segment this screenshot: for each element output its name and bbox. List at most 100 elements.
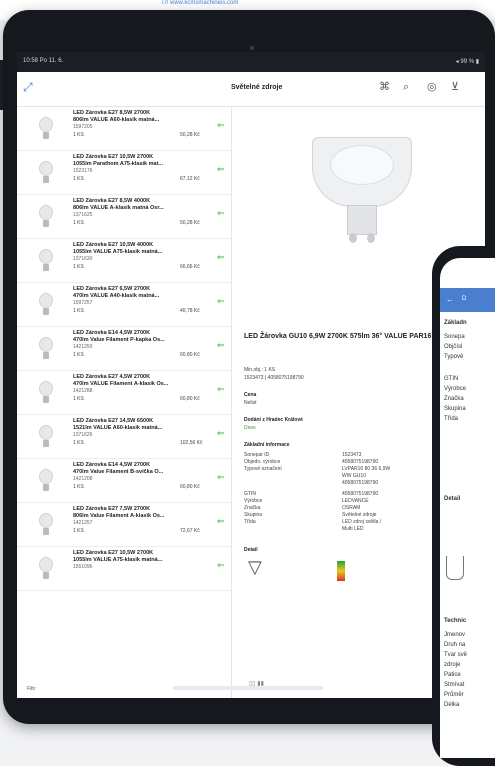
list-item[interactable]: LED Žárovka E27 7,5W 2700K 806lm Value F…	[17, 503, 231, 547]
product-code: 1371626	[73, 432, 93, 438]
phone-text: Typové	[444, 354, 464, 360]
delivery-label: Dodání z Hradec Králové	[244, 417, 303, 423]
product-name: LED Žárovka E27 10,5W 4000K	[73, 242, 154, 248]
add-to-cart-icon[interactable]: ⇐	[217, 296, 225, 307]
spec-value: Světelné zdroje	[342, 512, 377, 518]
delivery-value: Dnes	[244, 425, 256, 431]
product-code: 1597257	[73, 300, 93, 306]
product-code: 1523176	[73, 168, 93, 174]
add-to-cart-icon[interactable]: ⇐	[217, 340, 225, 351]
product-price: 50,28 Kč	[180, 220, 200, 226]
list-item[interactable]: LED Žárovka E27 10,5W 2700K 1055lm Parat…	[17, 151, 231, 195]
back-arrow-icon[interactable]: ←	[446, 295, 454, 304]
product-stock: 1 KS	[73, 440, 84, 446]
add-to-cart-icon[interactable]: ⇐	[217, 120, 225, 131]
phone-text: Stmívat	[444, 682, 465, 688]
list-item[interactable]: LED Žárovka E27 10,5W 4000K 1055lm VALUE…	[17, 239, 231, 283]
product-name-2: 470lm Value Filament B-svíčka O...	[73, 469, 164, 475]
product-code: 1371630	[73, 256, 93, 262]
url-caption: i:// www.kcmsmachineis.com	[162, 0, 239, 6]
spec-value: OSRAM	[342, 505, 361, 511]
product-code: 1421208	[73, 476, 93, 482]
list-item[interactable]: LED Žárovka E14 4,5W 2700K 470lm Value F…	[17, 459, 231, 503]
expand-icon[interactable]: ⤢	[23, 80, 37, 94]
phone-header: ← D	[440, 288, 495, 312]
lamp-dimension-icon	[446, 556, 464, 580]
product-name-2: 470lm VALUE A40-klasik matná...	[73, 293, 160, 299]
globe-icon[interactable]: ◎	[427, 80, 437, 94]
add-to-cart-icon[interactable]: ⇐	[217, 560, 225, 571]
add-to-cart-icon[interactable]: ⇐	[217, 384, 225, 395]
product-stock: 1 KS	[73, 264, 84, 270]
bulb-thumbnail	[39, 249, 53, 273]
home-indicator	[173, 686, 323, 690]
add-to-cart-icon[interactable]: ⇐	[217, 208, 225, 219]
spec-value: LED zdroj světla /	[342, 519, 382, 525]
product-price: 50,28 Kč	[180, 132, 200, 138]
spec-value: Multi LED	[342, 526, 364, 532]
product-name: LED Žárovka E14 4,5W 2700K	[73, 462, 151, 468]
search-icon[interactable]: ⌕	[403, 80, 409, 94]
filter-button[interactable]: Filtr	[27, 686, 35, 692]
bulb-thumbnail	[39, 337, 53, 361]
bulb-thumbnail	[39, 205, 53, 229]
add-to-cart-icon[interactable]: ⇐	[217, 252, 225, 263]
product-name-2: 806lm VALUE A60-klasik matná...	[73, 117, 160, 123]
product-name-2: 470lm VALUE Filament A-klasik Os...	[73, 381, 169, 387]
add-to-cart-icon[interactable]: ⇐	[217, 516, 225, 527]
list-item[interactable]: LED Žárovka E27 6,5W 2700K 470lm VALUE A…	[17, 283, 231, 327]
spec-key: Skupina	[244, 512, 263, 518]
add-to-cart-icon[interactable]: ⇐	[217, 164, 225, 175]
add-to-cart-icon[interactable]: ⇐	[217, 472, 225, 483]
lamp-dimension-icon[interactable]: ▽	[248, 557, 262, 578]
add-to-cart-icon[interactable]: ⇐	[217, 428, 225, 439]
product-stock: 1 KS	[73, 132, 84, 138]
spec-key: Sonepar ID	[244, 452, 270, 458]
list-item[interactable]: LED Žárovka E27 8,5W 4000K 806lm VALUE A…	[17, 195, 231, 239]
product-name: LED Žárovka E27 8,5W 4000K	[73, 198, 151, 204]
product-code: 1421250	[73, 344, 93, 350]
status-indicators: ◂ 99 % ▮	[455, 59, 479, 65]
product-name: LED Žárovka E27 7,5W 2700K	[73, 506, 151, 512]
spec-value: 4058075198790	[342, 480, 379, 486]
page-title: Světelné zdroje	[231, 84, 283, 91]
product-code: 1421257	[73, 520, 93, 526]
product-price: 60,80 Kč	[180, 396, 200, 402]
product-code: 1551096	[73, 564, 93, 570]
phone-text: Jmenov	[444, 632, 466, 638]
product-name: LED Žárovka E27 4,5W 2700K	[73, 374, 151, 380]
barcode-scan-icon[interactable]: ⌘	[379, 80, 390, 94]
spec-key: Značka	[244, 505, 261, 511]
product-price: 67,12 Kč	[180, 176, 200, 182]
phone-text: Třída	[444, 416, 459, 422]
phone-text: GTIN	[444, 376, 459, 382]
detail-heading: Detail	[244, 547, 258, 553]
phone-text: Délka	[444, 702, 460, 708]
energy-label-icon[interactable]	[337, 561, 345, 581]
list-item[interactable]: LED Žárovka E14 4,5W 2700K 470lm Value F…	[17, 327, 231, 371]
bulb-thumbnail	[39, 469, 53, 493]
product-name: LED Žárovka E27 8,5W 2700K	[73, 110, 151, 116]
product-price: 40,78 Kč	[180, 308, 200, 314]
list-item[interactable]: LED Žárovka E27 4,5W 2700K 470lm VALUE F…	[17, 371, 231, 415]
basic-info-heading: Základní informace	[244, 442, 290, 448]
phone-device: ← D Základn Sonepa Objčísl Typové GTIN V…	[432, 246, 495, 766]
list-item[interactable]: LED Žárovka E27 8,5W 2700K 806lm VALUE A…	[17, 107, 231, 151]
spec-key: Třída	[244, 519, 256, 525]
list-item[interactable]: LED Žárovka E27 10,5W 2700K 1055lm VALUE…	[17, 547, 231, 591]
tablet-screen: 10:58 Po 11. 6. ◂ 99 % ▮ ⤢ Světelné zdro…	[17, 52, 485, 698]
product-name-2: 1055lm VALUE A75-klasik matná...	[73, 557, 163, 563]
list-item[interactable]: LED Žárovka E27 14,5W 6500K 1521lm VALUE…	[17, 415, 231, 459]
phone-text: Patice	[444, 672, 461, 678]
bulb-thumbnail	[39, 557, 53, 581]
product-stock: 1 KS	[73, 396, 84, 402]
spec-value: LVPAR16 80 36 6,9W	[342, 466, 391, 472]
bulb-thumbnail	[39, 117, 53, 141]
phone-title: D	[462, 296, 467, 302]
cart-icon[interactable]: ⊻	[451, 80, 459, 94]
bulb-thumbnail	[39, 425, 53, 449]
product-price: 60,80 Kč	[180, 352, 200, 358]
phone-text: Sonepa	[444, 334, 465, 340]
product-codes: 1523473 | 4058075198790	[244, 375, 304, 381]
bulb-thumbnail	[39, 381, 53, 405]
